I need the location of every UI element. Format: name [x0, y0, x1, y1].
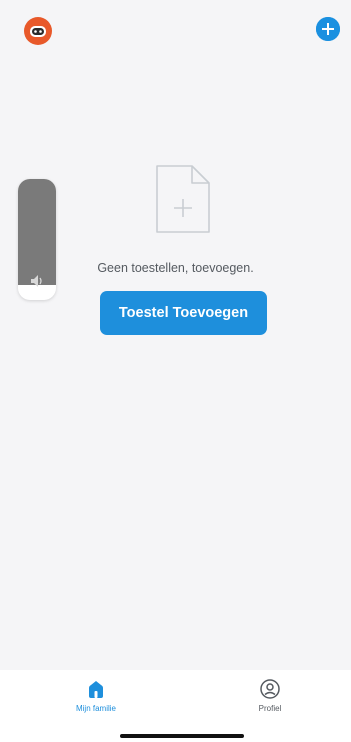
add-device-button[interactable]: Toestel Toevoegen — [100, 291, 267, 335]
robot-avatar-icon[interactable] — [24, 17, 52, 45]
tab-my-family-label: Mijn familie — [75, 704, 116, 713]
tab-profile[interactable]: Profiel — [220, 678, 320, 713]
add-file-icon — [154, 163, 212, 235]
tab-bar: Mijn familie Profiel — [0, 670, 351, 742]
plus-circle-icon[interactable] — [316, 17, 340, 41]
tab-my-family[interactable]: Mijn familie — [46, 678, 146, 713]
home-indicator[interactable] — [120, 734, 244, 738]
speaker-icon — [30, 274, 46, 288]
empty-state-message: Geen toestellen, toevoegen. — [97, 261, 254, 275]
home-icon — [89, 681, 103, 698]
profile-icon — [260, 679, 280, 699]
tab-profile-label: Profiel — [258, 704, 282, 713]
app-screen: Geen toestellen, toevoegen. Toestel Toev… — [0, 0, 351, 742]
volume-overlay[interactable] — [18, 179, 56, 300]
